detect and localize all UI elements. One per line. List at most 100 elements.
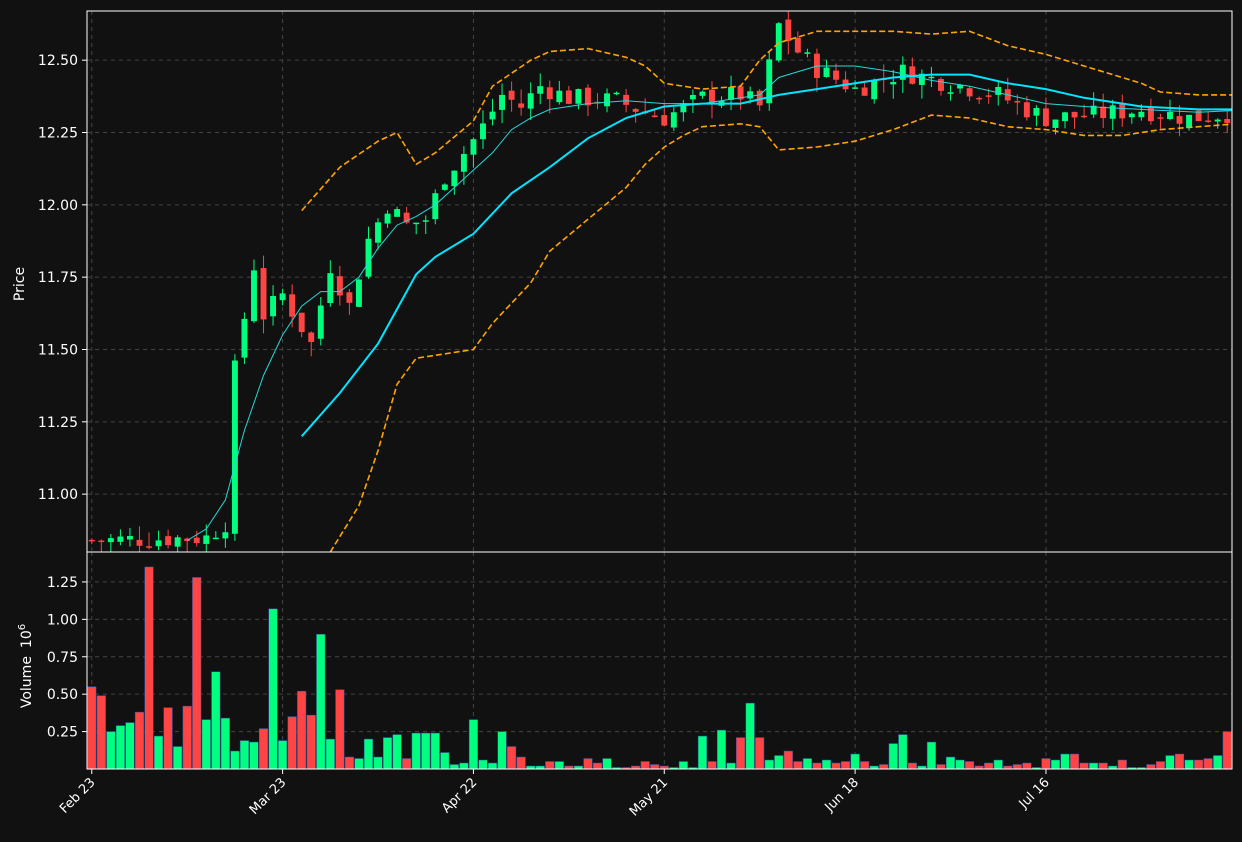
candle-body — [336, 276, 343, 296]
volume-tick-label: 0.50 — [47, 687, 78, 703]
candle-body — [985, 95, 992, 97]
candle-body — [747, 91, 754, 99]
volume-bar — [716, 729, 727, 769]
price-axis-label: Price — [12, 267, 28, 301]
volume-bar — [507, 746, 517, 769]
volume-bar — [154, 735, 164, 769]
volume-bar — [955, 759, 965, 769]
candle-body — [1033, 108, 1040, 116]
candle-body — [279, 293, 286, 301]
candle-body — [804, 52, 811, 54]
candle-body — [155, 540, 162, 547]
candle-body — [212, 537, 219, 540]
candle-body — [1081, 115, 1088, 118]
candle-body — [1014, 101, 1021, 103]
volume-tick-label: 0.75 — [47, 650, 78, 666]
volume-bar — [497, 731, 507, 769]
candle-body — [441, 184, 448, 190]
candle-body — [1100, 106, 1107, 119]
price-tick-label: 11.50 — [38, 342, 78, 358]
candle-body — [98, 540, 105, 543]
candle-body — [222, 532, 229, 539]
candle-body — [890, 81, 897, 85]
candle-body — [480, 123, 486, 140]
stock-chart: 11.00 11.25 11.50 11.75 12.00 12.25 12.50 0.25… — [0, 0, 1242, 842]
candle-body — [794, 37, 801, 53]
volume-bar — [487, 762, 498, 769]
volume-bar — [774, 755, 784, 769]
volume-bar — [163, 707, 173, 769]
candle-body — [1052, 119, 1059, 128]
volume-bar — [211, 671, 221, 769]
volume-bar — [182, 705, 192, 769]
candle-body — [1071, 111, 1078, 118]
candle-body — [823, 67, 830, 77]
candle-body — [1224, 119, 1231, 123]
candle-body — [508, 90, 515, 100]
candle-body — [661, 115, 668, 126]
volume-bar — [907, 762, 917, 769]
candle-body — [413, 222, 420, 225]
volume-bar — [583, 758, 593, 769]
candle-body — [928, 76, 935, 79]
candle-body — [1214, 119, 1221, 122]
volume-bar — [602, 758, 612, 769]
volume-bar — [421, 732, 431, 769]
volume-bar — [1022, 762, 1032, 769]
candle-body — [1186, 114, 1193, 128]
volume-bar — [860, 761, 870, 769]
volume-bar — [430, 732, 440, 769]
volume-bar — [726, 762, 736, 769]
candle-body — [365, 238, 372, 277]
volume-bar — [144, 566, 154, 769]
volume-bar — [793, 761, 803, 769]
candle-body — [966, 88, 973, 97]
volume-bar — [736, 737, 746, 769]
volume-bar — [841, 761, 851, 769]
volume-bar — [316, 634, 326, 769]
volume-bar — [278, 740, 288, 769]
volume-bar — [1098, 762, 1108, 769]
volume-bar — [745, 702, 755, 769]
candle-body — [460, 153, 467, 172]
volume-bar — [325, 738, 335, 769]
candle-body — [422, 220, 429, 222]
candle-body — [976, 97, 983, 100]
volume-bar — [287, 716, 297, 769]
candle-body — [327, 273, 334, 303]
candle-body — [957, 85, 964, 89]
volume-bar — [87, 686, 97, 769]
candle-body — [785, 19, 792, 41]
volume-bar — [936, 764, 946, 769]
volume-bar — [478, 759, 488, 769]
volume-bar — [554, 761, 564, 769]
volume-bar — [383, 737, 393, 769]
candle-body — [231, 360, 238, 534]
candle-body — [126, 535, 133, 540]
volume-bar — [106, 731, 116, 769]
candle-body — [451, 170, 458, 187]
candle-body — [470, 139, 477, 155]
candle-body — [604, 93, 610, 107]
candle-body — [193, 537, 200, 544]
candle-body — [394, 209, 401, 217]
volume-bar — [402, 758, 412, 769]
price-tick-label: 12.25 — [38, 126, 78, 142]
volume-bar — [1060, 753, 1070, 769]
volume-bar — [640, 761, 650, 769]
volume-bar — [230, 750, 240, 769]
volume-bar — [449, 764, 459, 769]
volume-bar — [1089, 762, 1099, 769]
candle-body — [699, 91, 706, 96]
candle-body — [174, 537, 181, 547]
volume-bar — [1117, 759, 1127, 769]
volume-bar — [697, 735, 707, 769]
volume-bar — [1070, 753, 1080, 769]
candle-body — [1128, 113, 1135, 118]
volume-bar — [1184, 759, 1194, 769]
volume-bar — [268, 608, 278, 769]
volume-bar — [545, 761, 555, 769]
volume-bar — [1079, 762, 1089, 769]
volume-bar — [821, 759, 832, 769]
volume-bar — [459, 762, 469, 769]
